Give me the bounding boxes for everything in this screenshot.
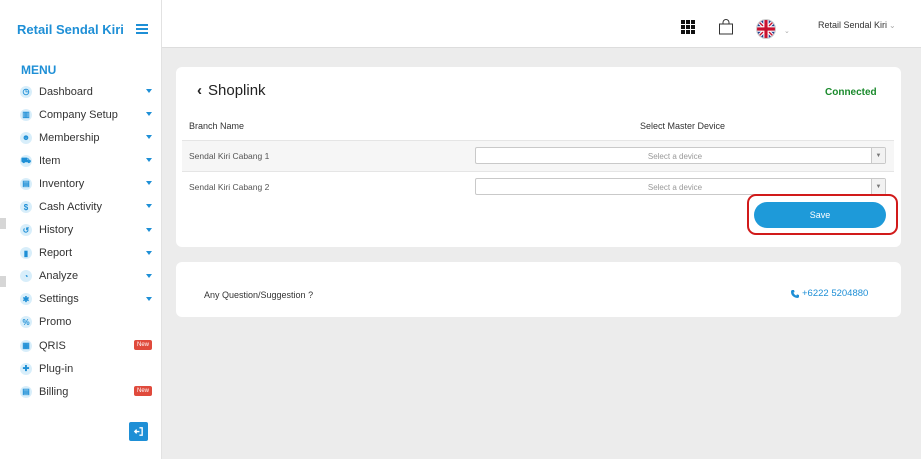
select-placeholder: Select a device	[647, 152, 703, 161]
chevron-down-icon[interactable]: ▼	[871, 179, 885, 194]
sidebar-item-item[interactable]: ⛟ Item	[0, 149, 162, 172]
sidebar-menu: ◷ Dashboard ▥ Company Setup ☻ Membership…	[0, 80, 162, 403]
column-header-device: Select Master Device	[640, 121, 726, 131]
contact-card: Any Question/Suggestion ? +6222 5204880	[176, 262, 901, 317]
sidebar-item-label: Dashboard	[39, 85, 93, 98]
logout-button[interactable]	[129, 422, 148, 441]
phone-number: +6222 5204880	[802, 288, 869, 299]
sidebar-item-label: QRIS	[39, 339, 66, 352]
phone-link[interactable]: +6222 5204880	[790, 288, 868, 299]
new-badge: New	[134, 340, 153, 351]
back-chevron-icon[interactable]: ‹	[197, 82, 202, 99]
user-menu[interactable]: Retail Sendal Kiri ⌄	[818, 20, 896, 30]
edge-marker	[0, 276, 6, 287]
chevron-down-icon[interactable]: ▼	[871, 148, 885, 163]
sidebar-item-cash-activity[interactable]: $ Cash Activity	[0, 195, 162, 218]
sidebar-item-label: Analyze	[39, 270, 79, 283]
cart-icon: ⛟	[20, 154, 32, 167]
chevron-down-icon	[146, 89, 152, 93]
sidebar-item-label: Item	[39, 154, 61, 167]
chevron-down-icon	[146, 296, 152, 301]
chevron-down-icon: ⌄	[889, 21, 896, 30]
chevron-down-icon	[146, 135, 152, 140]
sidebar-item-plug-in[interactable]: ✚ Plug-in	[0, 357, 162, 380]
edge-marker	[0, 218, 6, 229]
top-bar: ⌄ Retail Sendal Kiri ⌄	[162, 0, 921, 48]
device-select[interactable]: Select a device ▼	[475, 178, 886, 195]
qr-code-icon: ▦	[20, 339, 32, 352]
phone-icon	[791, 289, 799, 298]
chevron-down-icon	[146, 112, 152, 117]
select-placeholder: Select a device	[647, 183, 703, 192]
sidebar-item-label: Promo	[39, 316, 72, 329]
building-icon: ▥	[20, 108, 32, 121]
sidebar-item-company-setup[interactable]: ▥ Company Setup	[0, 103, 162, 126]
sidebar-item-label: Membership	[39, 131, 100, 144]
chevron-down-icon	[146, 158, 152, 163]
percent-icon: %	[20, 316, 32, 329]
apps-grid-icon[interactable]	[681, 20, 696, 34]
menu-title: MENU	[21, 63, 57, 77]
users-icon: ☻	[20, 131, 32, 144]
sidebar-item-dashboard[interactable]: ◷ Dashboard	[0, 80, 162, 103]
user-name: Retail Sendal Kiri	[818, 20, 888, 30]
pie-chart-icon: ◔	[20, 270, 32, 283]
hamburger-menu-icon[interactable]	[136, 24, 148, 34]
sidebar-item-inventory[interactable]: ▤ Inventory	[0, 172, 162, 195]
history-icon: ↺	[20, 224, 32, 237]
new-badge: New	[134, 386, 153, 397]
gear-icon: ✱	[20, 293, 32, 306]
chevron-down-icon	[146, 227, 152, 232]
sidebar-item-promo[interactable]: % Promo	[0, 311, 162, 334]
shopping-bag-icon[interactable]	[718, 19, 734, 35]
logout-icon	[133, 427, 143, 436]
sidebar-item-label: Billing	[39, 385, 69, 398]
question-text: Any Question/Suggestion ?	[204, 290, 314, 300]
chevron-down-icon	[146, 250, 152, 255]
device-select[interactable]: Select a device ▼	[475, 147, 886, 164]
uk-flag-icon[interactable]	[756, 19, 776, 39]
sidebar-item-billing[interactable]: ▤ Billing New	[0, 380, 162, 403]
sidebar-item-history[interactable]: ↺ History	[0, 219, 162, 242]
sidebar-item-label: Plug-in	[39, 362, 74, 375]
shoplink-card: ‹ Shoplink Connected Branch Name Select …	[176, 67, 901, 247]
sidebar-item-report[interactable]: ▮ Report	[0, 242, 162, 265]
billing-icon: ▤	[20, 385, 32, 398]
sidebar-item-settings[interactable]: ✱ Settings	[0, 288, 162, 311]
plug-icon: ✚	[20, 362, 32, 375]
chevron-down-icon	[146, 204, 152, 209]
sidebar-item-label: Cash Activity	[39, 201, 102, 214]
branch-name: Sendal Kiri Cabang 1	[189, 151, 270, 161]
sidebar-item-label: History	[39, 224, 74, 237]
dashboard-icon: ◷	[20, 85, 32, 98]
connection-status: Connected	[825, 87, 877, 98]
inventory-icon: ▤	[20, 177, 32, 190]
chevron-down-icon	[146, 273, 152, 278]
page-title: Shoplink	[208, 82, 266, 99]
sidebar: Retail Sendal Kiri MENU ◷ Dashboard ▥ Co…	[0, 0, 162, 459]
dollar-icon: $	[20, 201, 32, 214]
sidebar-item-analyze[interactable]: ◔ Analyze	[0, 265, 162, 288]
language-chevron-icon[interactable]: ⌄	[784, 27, 790, 35]
sidebar-item-membership[interactable]: ☻ Membership	[0, 126, 162, 149]
sidebar-item-qris[interactable]: ▦ QRIS New	[0, 334, 162, 357]
sidebar-item-label: Report	[39, 247, 73, 260]
save-button[interactable]: Save	[754, 202, 886, 228]
brand-name[interactable]: Retail Sendal Kiri	[17, 22, 124, 37]
branch-name: Sendal Kiri Cabang 2	[189, 182, 270, 192]
table-row: Sendal Kiri Cabang 1 Select a device ▼	[182, 140, 894, 171]
chevron-down-icon	[146, 181, 152, 186]
column-header-branch: Branch Name	[189, 121, 245, 131]
report-icon: ▮	[20, 247, 32, 260]
sidebar-item-label: Settings	[39, 293, 79, 306]
sidebar-item-label: Company Setup	[39, 108, 118, 121]
sidebar-item-label: Inventory	[39, 177, 85, 190]
